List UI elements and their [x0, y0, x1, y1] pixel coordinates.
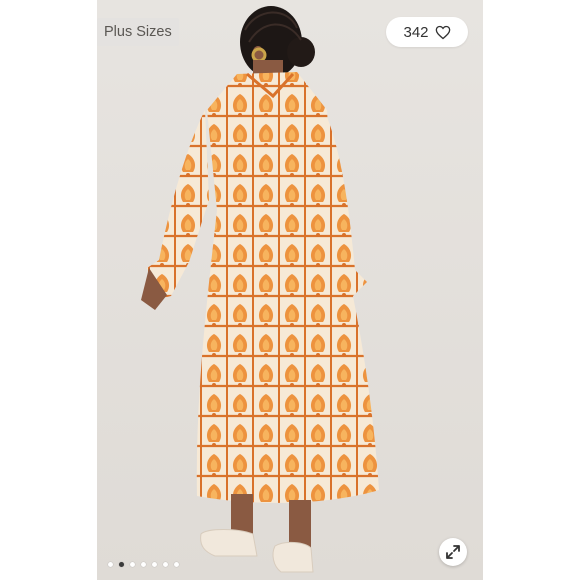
left-shoe — [200, 529, 258, 557]
carousel-dot[interactable] — [130, 562, 135, 567]
hair-bun — [287, 37, 315, 67]
plus-sizes-tag: Plus Sizes — [97, 18, 179, 46]
carousel-dot-active[interactable] — [119, 562, 124, 567]
expand-button[interactable] — [439, 538, 467, 566]
dress-model-photo — [97, 0, 483, 580]
like-count: 342 — [403, 23, 429, 41]
right-shoe — [272, 541, 314, 573]
carousel-dot[interactable] — [152, 562, 157, 567]
carousel-dot[interactable] — [108, 562, 113, 567]
expand-arrows-icon — [446, 545, 460, 559]
carousel-dot[interactable] — [163, 562, 168, 567]
carousel-dot[interactable] — [141, 562, 146, 567]
listing-image-viewer: Plus Sizes 342 — [0, 0, 580, 580]
carousel-dot[interactable] — [174, 562, 179, 567]
product-photo[interactable] — [97, 0, 483, 580]
heart-outline-icon — [435, 25, 450, 39]
like-button[interactable]: 342 — [386, 17, 468, 47]
carousel-indicators[interactable] — [108, 562, 179, 567]
